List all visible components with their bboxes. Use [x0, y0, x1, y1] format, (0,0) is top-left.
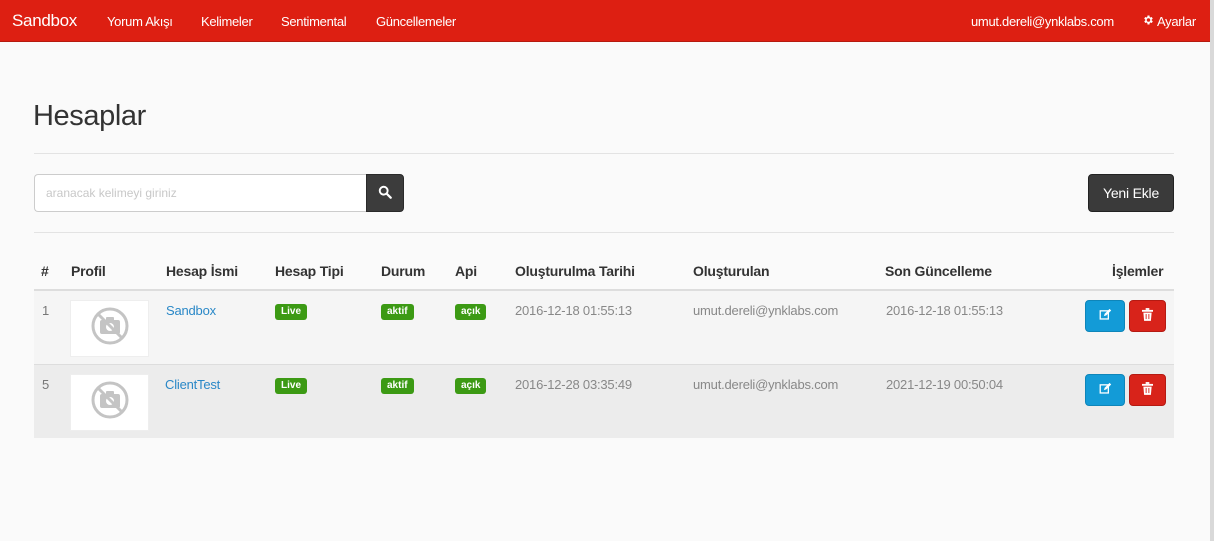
- table-row: 5 ClientTest Live aktif açık 2016-12-28 …: [34, 364, 1174, 438]
- nav-link-keywords[interactable]: Kelimeler: [201, 14, 253, 29]
- settings-link[interactable]: Ayarlar: [1142, 14, 1196, 29]
- page-title: Hesaplar: [33, 100, 146, 132]
- column-header-last-updated: Son Güncelleme: [885, 263, 992, 279]
- search-icon: [378, 185, 392, 202]
- user-email-link[interactable]: umut.dereli@ynklabs.com: [971, 14, 1114, 29]
- column-header-api: Api: [455, 263, 477, 279]
- table-row: 1 Sandbox Live aktif açık 2016-12-18 01:…: [34, 291, 1174, 365]
- delete-button[interactable]: [1129, 300, 1166, 332]
- profile-image: [70, 374, 149, 431]
- nav-link-updates[interactable]: Güncellemeler: [376, 14, 456, 29]
- no-photo-icon: [90, 306, 130, 351]
- account-type-badge: Live: [275, 304, 308, 320]
- status-badge: aktif: [381, 304, 414, 320]
- gear-icon: [1142, 14, 1154, 29]
- column-header-creator: Oluşturulan: [693, 263, 770, 279]
- last-updated-date: 2016-12-18 01:55:13: [886, 303, 1003, 318]
- column-header-status: Durum: [381, 263, 426, 279]
- trash-icon: [1142, 308, 1153, 324]
- column-header-account-name: Hesap İsmi: [166, 263, 238, 279]
- trash-icon: [1142, 382, 1153, 398]
- edit-button[interactable]: [1085, 374, 1125, 406]
- title-divider: [34, 153, 1174, 154]
- edit-icon: [1099, 382, 1112, 398]
- profile-image: [70, 300, 149, 357]
- settings-label: Ayarlar: [1157, 14, 1196, 29]
- row-number: 5: [42, 377, 50, 392]
- account-type-badge: Live: [275, 378, 308, 394]
- column-header-created-date: Oluşturulma Tarihi: [515, 263, 635, 279]
- column-header-profile: Profil: [71, 263, 106, 279]
- column-header-actions: İşlemler: [1112, 263, 1164, 279]
- api-badge: açık: [455, 378, 487, 394]
- column-header-account-type: Hesap Tipi: [275, 263, 344, 279]
- add-new-button[interactable]: Yeni Ekle: [1088, 174, 1174, 212]
- status-badge: aktif: [381, 378, 414, 394]
- search-input[interactable]: [34, 174, 366, 212]
- search-button[interactable]: [366, 174, 404, 212]
- toolbar-divider: [34, 232, 1174, 233]
- edit-button[interactable]: [1085, 300, 1125, 332]
- column-header-number: #: [41, 263, 49, 279]
- nav-link-comment-feed[interactable]: Yorum Akışı: [107, 14, 173, 29]
- created-date: 2016-12-18 01:55:13: [515, 303, 632, 318]
- api-badge: açık: [455, 304, 487, 320]
- creator-email: umut.dereli@ynklabs.com: [693, 303, 839, 318]
- account-name-link[interactable]: ClientTest: [165, 377, 220, 392]
- account-name-link[interactable]: Sandbox: [166, 303, 216, 318]
- row-number: 1: [42, 303, 50, 318]
- page-scrollbar[interactable]: [1210, 0, 1214, 541]
- brand-link[interactable]: Sandbox: [12, 11, 77, 31]
- edit-icon: [1099, 308, 1112, 324]
- last-updated-date: 2021-12-19 00:50:04: [886, 377, 1003, 392]
- top-navbar: Sandbox Yorum Akışı Kelimeler Sentimenta…: [0, 0, 1210, 42]
- created-date: 2016-12-28 03:35:49: [515, 377, 632, 392]
- creator-email: umut.dereli@ynklabs.com: [693, 377, 839, 392]
- no-photo-icon: [90, 380, 130, 425]
- nav-link-sentimental[interactable]: Sentimental: [281, 14, 347, 29]
- delete-button[interactable]: [1129, 374, 1166, 406]
